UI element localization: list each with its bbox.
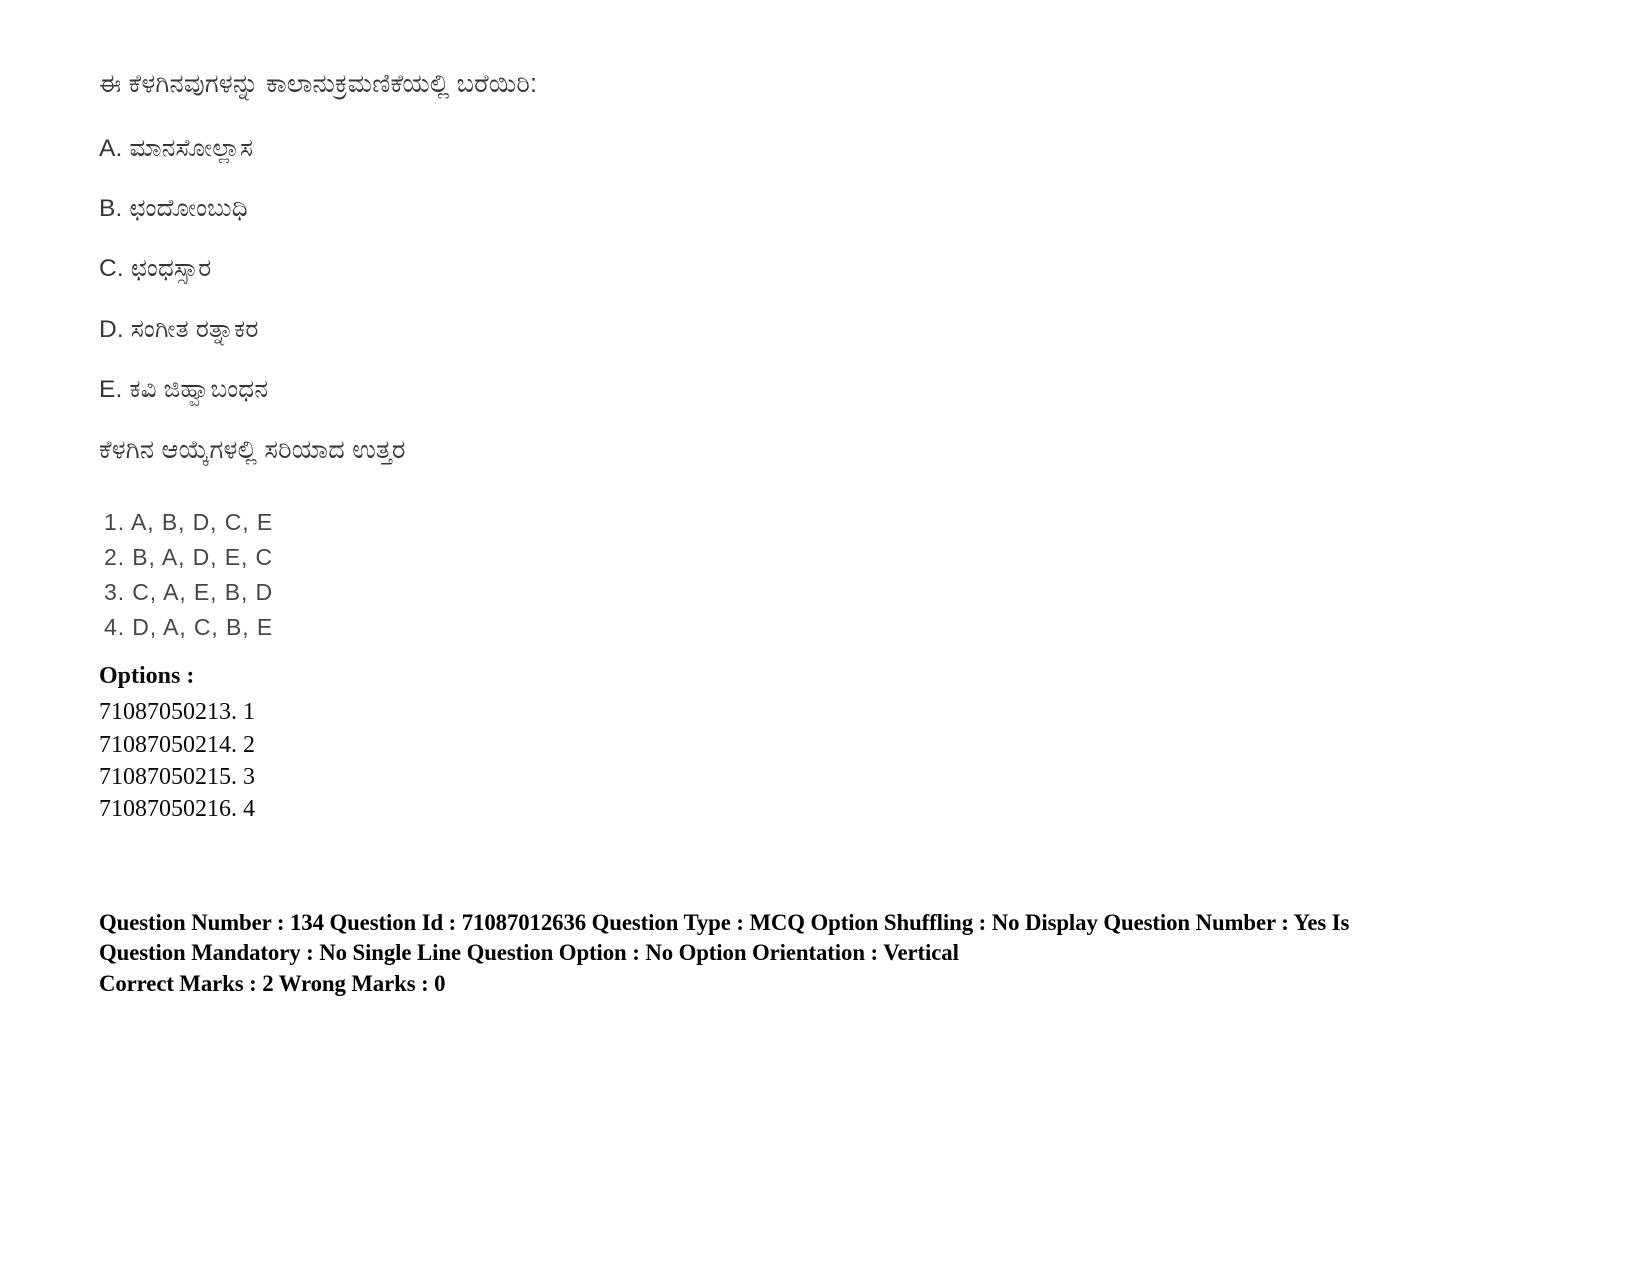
- option-row-2: 71087050214. 2: [99, 731, 255, 758]
- answer-choice-2[interactable]: 2. B, A, D, E, C: [104, 540, 273, 575]
- metadata-line-2: Question Mandatory : No Single Line Ques…: [99, 940, 959, 967]
- answer-choice-3[interactable]: 3. C, A, E, B, D: [104, 575, 273, 610]
- option-row-3: 71087050215. 3: [99, 763, 255, 790]
- answer-choice-4[interactable]: 4. D, A, C, B, E: [104, 610, 273, 645]
- question-item-d: D. ಸಂಗೀತ ರತ್ನಾಕರ: [99, 315, 259, 343]
- metadata-line-3: Correct Marks : 2 Wrong Marks : 0: [99, 970, 446, 997]
- question-item-b: B. ಛಂದೋಂಬುಧಿ: [99, 194, 248, 222]
- question-item-c: C. ಛಂಧಸ್ಸಾರ: [99, 255, 212, 283]
- question-body: ಈ ಕೆಳಗಿನವುಗಳನ್ನು ಕಾಲಾನುಕ್ರಮಣಿಕೆಯಲ್ಲಿ ಬರೆ…: [99, 68, 1499, 498]
- option-row-4: 71087050216. 4: [99, 796, 255, 823]
- question-metadata: Question Number : 134 Question Id : 7108…: [99, 908, 1449, 999]
- question-item-a: A. ಮಾನಸೋಲ್ಲಾಸ: [99, 134, 254, 162]
- metadata-line-1: Question Number : 134 Question Id : 7108…: [99, 910, 1350, 936]
- question-stem: ಈ ಕೆಳಗಿನವುಗಳನ್ನು ಕಾಲಾನುಕ್ರಮಣಿಕೆಯಲ್ಲಿ ಬರೆ…: [99, 70, 538, 98]
- options-heading: Options :: [99, 663, 195, 689]
- option-row-1: 71087050213. 1: [99, 699, 255, 726]
- answer-prompt: ಕೆಳಗಿನ ಆಯ್ಕೆಗಳಲ್ಲಿ ಸರಿಯಾದ ಉತ್ತರ: [99, 436, 406, 465]
- question-item-e: E. ಕವಿ ಜಿಹ್ವಾಬಂಧನ: [99, 375, 269, 403]
- question-paper-page: ಈ ಕೆಳಗಿನವುಗಳನ್ನು ಕಾಲಾನುಕ್ರಮಣಿಕೆಯಲ್ಲಿ ಬರೆ…: [0, 0, 1650, 1275]
- options-section: Options : 71087050213. 1 71087050214. 2 …: [99, 660, 255, 826]
- answer-choice-list: 1. A, B, D, C, E 2. B, A, D, E, C 3. C, …: [104, 505, 273, 645]
- answer-choice-1[interactable]: 1. A, B, D, C, E: [104, 505, 273, 540]
